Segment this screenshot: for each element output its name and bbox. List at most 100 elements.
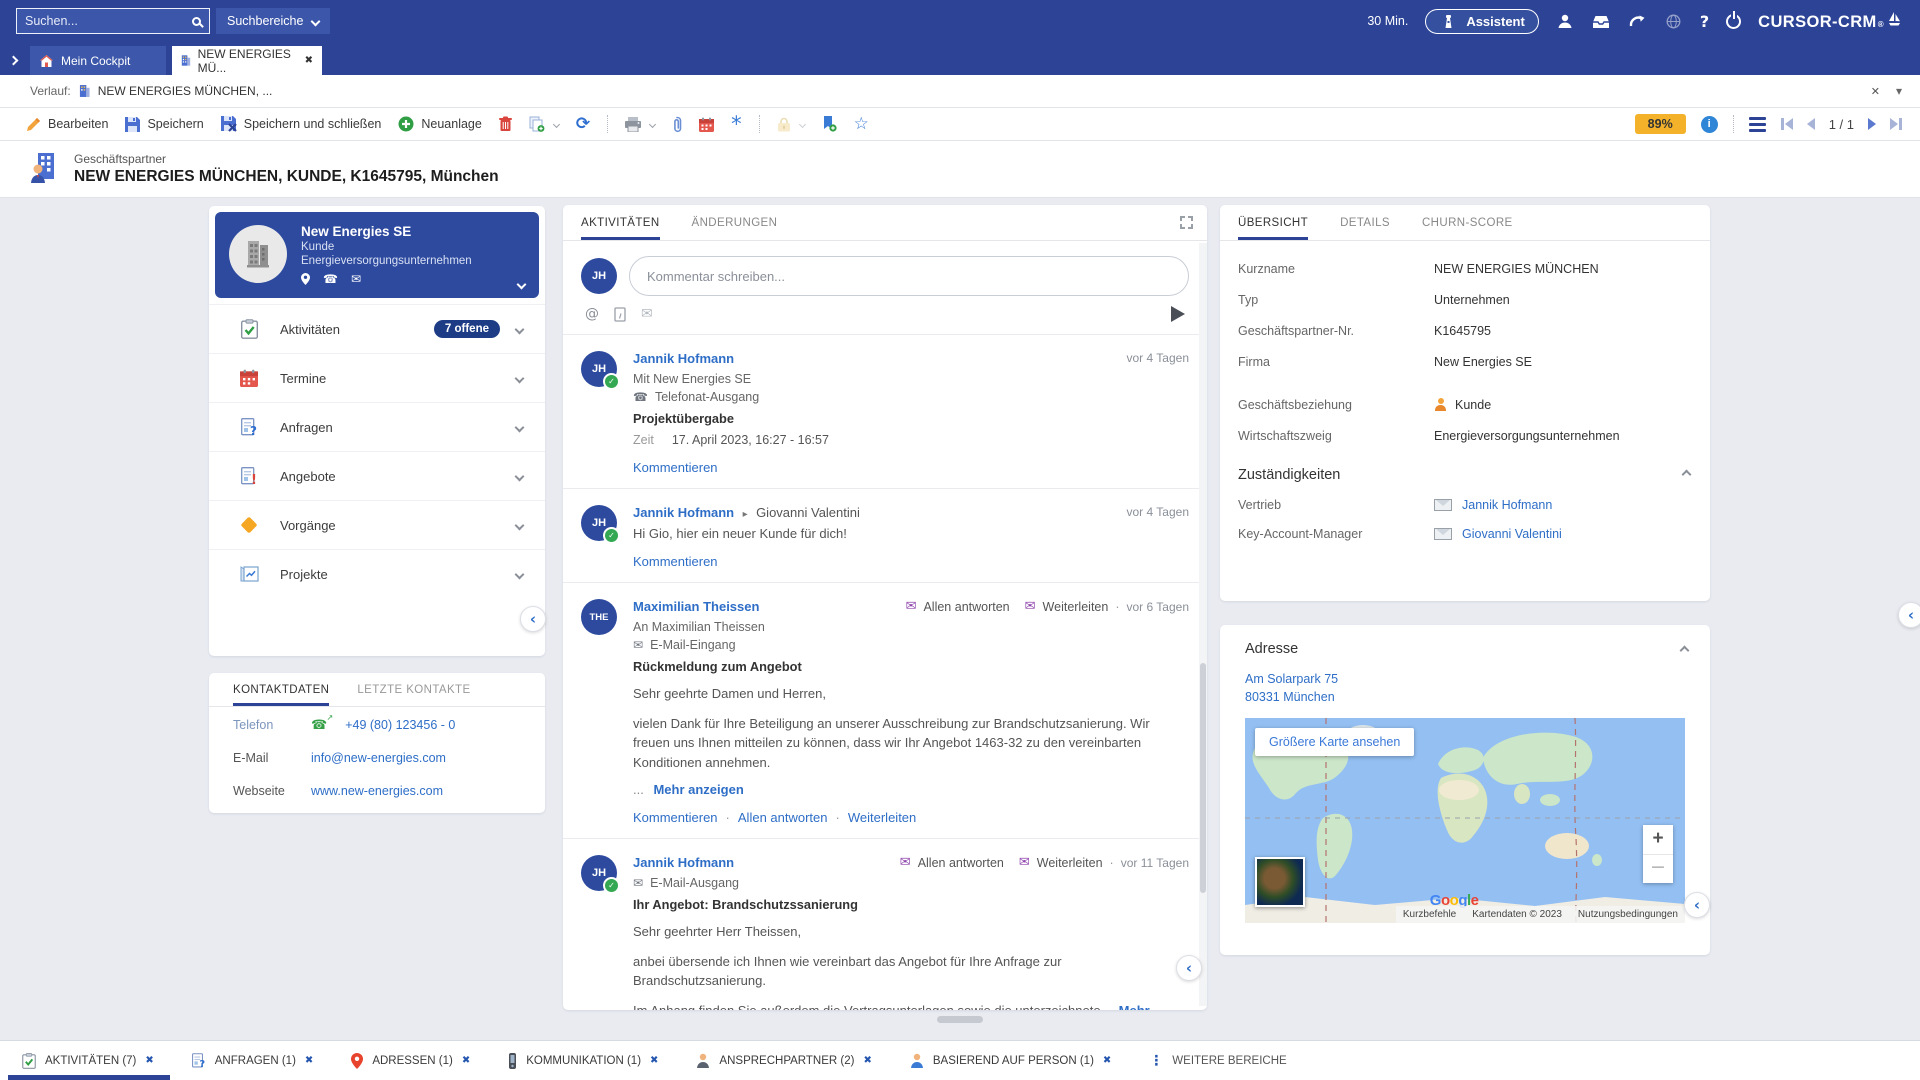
- street-link[interactable]: Am Solarpark 75: [1245, 670, 1685, 688]
- forward-icon[interactable]: ✉: [1019, 855, 1030, 870]
- map-shortcuts-link[interactable]: Kurzbefehle: [1403, 909, 1456, 920]
- mail-icon[interactable]: [1434, 499, 1452, 511]
- comment-button[interactable]: Kommentieren: [633, 554, 718, 569]
- logout-icon[interactable]: [1726, 14, 1741, 29]
- collapse-feed-panel-handle[interactable]: ‹: [1176, 955, 1202, 981]
- entry-author-link[interactable]: Maximilian Theissen: [633, 599, 759, 614]
- close-icon[interactable]: ✖: [650, 1055, 658, 1066]
- forward-button[interactable]: Weiterleiten: [1043, 600, 1109, 614]
- tab-mein-cockpit[interactable]: Mein Cockpit: [30, 46, 166, 75]
- city-link[interactable]: 80331 München: [1245, 688, 1685, 706]
- collapse-map-handle[interactable]: ‹: [1684, 892, 1710, 918]
- horizontal-scrollbar-thumb[interactable]: [937, 1016, 983, 1023]
- user-icon[interactable]: [1556, 13, 1575, 30]
- search-areas-dropdown[interactable]: Suchbereiche: [216, 8, 330, 34]
- favorite-star-icon[interactable]: ☆: [854, 114, 869, 134]
- phone-icon[interactable]: ☎: [323, 272, 338, 286]
- attachment-button[interactable]: [672, 116, 682, 133]
- chevron-down-icon[interactable]: [515, 373, 525, 383]
- forward-button[interactable]: Weiterleiten: [1037, 856, 1103, 870]
- delete-button[interactable]: [499, 116, 512, 132]
- history-current-item[interactable]: NEW ENERGIES MÜNCHEN, ...: [98, 84, 273, 98]
- expand-tabs-icon[interactable]: [0, 46, 26, 75]
- global-search[interactable]: [16, 8, 210, 34]
- bottom-tab-aktivitaeten[interactable]: AKTIVITÄTEN (7) ✖: [22, 1053, 154, 1069]
- edit-button[interactable]: Bearbeiten: [26, 117, 108, 132]
- mention-icon[interactable]: @: [585, 306, 599, 322]
- outgoing-call-icon[interactable]: ☎: [311, 718, 327, 733]
- website-link[interactable]: www.new-energies.com: [311, 784, 443, 798]
- company-profile-card[interactable]: New Energies SE Kunde Energieversorgungs…: [215, 212, 539, 298]
- bookmark-add-button[interactable]: [822, 116, 837, 132]
- note-icon[interactable]: [614, 307, 626, 322]
- chevron-down-icon[interactable]: [515, 324, 525, 334]
- sidebar-item-vorgaenge[interactable]: Vorgänge: [209, 500, 545, 549]
- tab-aenderungen[interactable]: ÄNDERUNGEN: [692, 205, 778, 240]
- workflow-icon[interactable]: *: [731, 119, 742, 129]
- info-icon[interactable]: i: [1701, 116, 1718, 133]
- save-close-button[interactable]: Speichern und schließen: [221, 116, 382, 132]
- larger-map-button[interactable]: Größere Karte ansehen: [1255, 728, 1414, 756]
- bottom-tab-anfragen[interactable]: ? ANFRAGEN (1) ✖: [192, 1053, 314, 1069]
- print-dropdown-icon[interactable]: [649, 120, 656, 127]
- email-link[interactable]: info@new-energies.com: [311, 751, 446, 765]
- first-record-button[interactable]: [1781, 118, 1793, 130]
- tab-record-active[interactable]: NEW ENERGIES MÜ... ✖: [172, 46, 322, 75]
- bottom-tab-ansprechpartner[interactable]: ANSPRECHPARTNER (2) ✖: [696, 1053, 871, 1068]
- tab-aktivitaeten[interactable]: AKTIVITÄTEN: [581, 205, 660, 240]
- location-pin-icon[interactable]: [301, 273, 310, 285]
- chevron-down-icon[interactable]: [515, 422, 525, 432]
- close-icon[interactable]: ✕: [1871, 85, 1880, 98]
- sidebar-item-anfragen[interactable]: ? Anfragen: [209, 402, 545, 451]
- map-terms-link[interactable]: Nutzungsbedingungen: [1578, 909, 1678, 920]
- feed-scrollbar-thumb[interactable]: [1200, 663, 1206, 893]
- comment-input[interactable]: [629, 256, 1189, 296]
- chevron-down-icon[interactable]: [515, 471, 525, 481]
- close-icon[interactable]: ✖: [145, 1055, 153, 1066]
- reply-all-button[interactable]: Allen antworten: [738, 810, 828, 825]
- score-badge[interactable]: 89%: [1635, 114, 1686, 134]
- entry-author-link[interactable]: Jannik Hofmann: [633, 351, 734, 366]
- collapse-right-panel-handle[interactable]: ‹: [1898, 602, 1920, 628]
- bottom-tab-basierend-auf-person[interactable]: BASIEREND AUF PERSON (1) ✖: [910, 1053, 1111, 1068]
- prev-record-button[interactable]: [1807, 118, 1815, 130]
- close-icon[interactable]: ✖: [863, 1055, 871, 1066]
- fullscreen-icon[interactable]: [1180, 216, 1193, 229]
- tab-letzte-kontakte[interactable]: LETZTE KONTAKTE: [357, 673, 470, 706]
- copy-dropdown-icon[interactable]: [553, 120, 560, 127]
- reply-all-button[interactable]: Allen antworten: [918, 856, 1004, 870]
- bottom-tab-kommunikation[interactable]: KOMMUNIKATION (1) ✖: [508, 1053, 658, 1069]
- close-tab-icon[interactable]: ✖: [305, 55, 313, 66]
- new-record-button[interactable]: Neuanlage: [398, 116, 481, 132]
- reply-all-icon[interactable]: ✉: [900, 855, 911, 870]
- refresh-icon[interactable]: ⟳: [576, 114, 590, 134]
- comment-button[interactable]: Kommentieren: [633, 810, 718, 825]
- history-dropdown-icon[interactable]: ▾: [1896, 84, 1902, 98]
- close-icon[interactable]: ✖: [462, 1055, 470, 1066]
- save-button[interactable]: Speichern: [125, 117, 203, 132]
- zoom-in-button[interactable]: +: [1652, 825, 1663, 854]
- lock-dropdown-icon[interactable]: [799, 120, 806, 127]
- sales-owner-link[interactable]: Jannik Hofmann: [1462, 498, 1552, 512]
- more-areas-button[interactable]: ⋮ WEITERE BEREICHE: [1149, 1053, 1286, 1069]
- search-icon[interactable]: [192, 17, 201, 26]
- calendar-button[interactable]: [699, 117, 714, 132]
- key-account-manager-link[interactable]: Giovanni Valentini: [1462, 527, 1562, 541]
- mail-icon[interactable]: [1434, 528, 1452, 540]
- print-button[interactable]: [625, 117, 655, 132]
- tab-uebersicht[interactable]: ÜBERSICHT: [1238, 205, 1308, 240]
- last-record-button[interactable]: [1890, 118, 1902, 130]
- copy-button[interactable]: [529, 116, 559, 132]
- mail-icon[interactable]: ✉: [351, 272, 361, 286]
- entry-author-link[interactable]: Jannik Hofmann: [633, 505, 734, 520]
- entry-author-link[interactable]: Jannik Hofmann: [633, 855, 734, 870]
- close-icon[interactable]: ✖: [305, 1055, 313, 1066]
- email-icon[interactable]: ✉: [641, 306, 653, 322]
- search-input[interactable]: [25, 14, 192, 28]
- show-more-link[interactable]: Mehr anzeigen: [653, 782, 743, 797]
- feed-scrollbar-track[interactable]: [1199, 243, 1207, 1006]
- reply-all-icon[interactable]: ✉: [906, 599, 917, 614]
- chevron-down-icon[interactable]: [515, 569, 525, 579]
- forward-button[interactable]: Weiterleiten: [848, 810, 916, 825]
- assistant-button[interactable]: Assistent: [1425, 9, 1539, 34]
